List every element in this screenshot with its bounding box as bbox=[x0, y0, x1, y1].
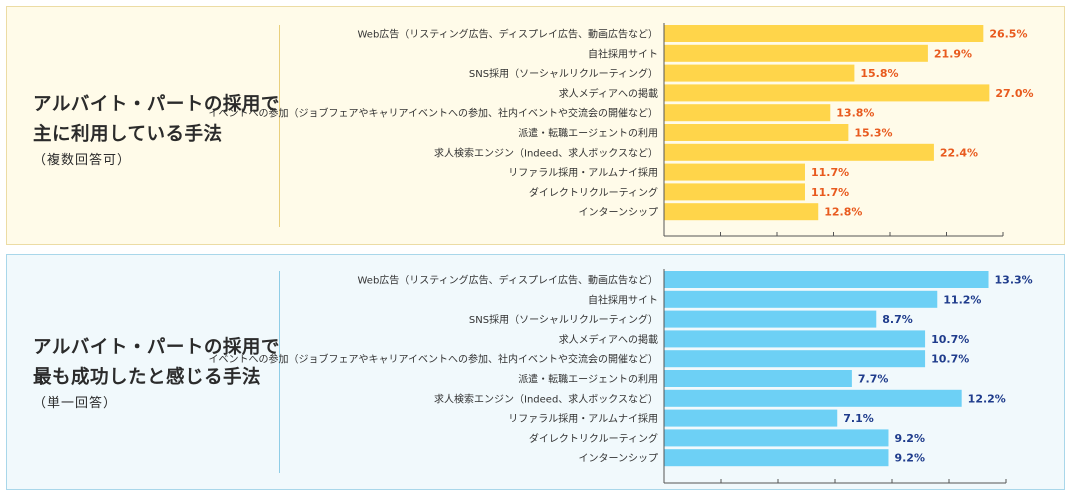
category-label: Web広告（リスティング広告、ディスプレイ広告、動画広告など） bbox=[357, 274, 658, 287]
category-label: イベントへの参加（ジョブフェアやキャリアイベントへの参加、社内イベントや交流会の… bbox=[209, 107, 659, 120]
bar-chart-most-successful: Web広告（リスティング広告、ディスプレイ広告、動画広告など） 13.3% 自社採用… bbox=[209, 269, 1033, 484]
value-label: 27.0% bbox=[995, 87, 1033, 100]
category-label: 派遣・転職エージェントの利用 bbox=[518, 127, 658, 140]
category-label: イベントへの参加（ジョブフェアやキャリアイベントへの参加、社内イベントや交流会の… bbox=[209, 353, 659, 366]
value-label: 13.8% bbox=[836, 107, 874, 120]
value-label: 11.2% bbox=[943, 293, 981, 306]
bar bbox=[664, 104, 831, 122]
value-label: 12.8% bbox=[824, 206, 862, 219]
value-label: 7.1% bbox=[843, 412, 874, 425]
value-label: 9.2% bbox=[894, 432, 925, 445]
category-label: リファラル採用・アルムナイ採用 bbox=[508, 412, 658, 425]
bar bbox=[664, 44, 928, 62]
category-label: 求人検索エンジン（Indeed、求人ボックスなど） bbox=[434, 146, 658, 159]
value-label: 7.7% bbox=[858, 373, 889, 386]
bar bbox=[664, 271, 989, 288]
category-label: インターンシップ bbox=[579, 207, 659, 219]
bar bbox=[664, 429, 889, 447]
value-label: 15.8% bbox=[860, 67, 898, 80]
category-label: リファラル採用・アルムナイ採用 bbox=[508, 166, 658, 179]
category-label: 自社採用サイト bbox=[588, 293, 658, 306]
bar bbox=[664, 449, 889, 467]
value-label: 10.7% bbox=[931, 353, 969, 366]
bar bbox=[664, 203, 819, 221]
category-label: 求人メディアへの掲載 bbox=[559, 333, 658, 346]
value-label: 26.5% bbox=[989, 28, 1027, 41]
bar bbox=[664, 290, 938, 308]
chart-panel-most-successful: アルバイト・パートの採用で 最も成功したと感じる手法 （単一回答） Web広告（… bbox=[6, 254, 1065, 490]
bar bbox=[664, 163, 805, 181]
value-label: 22.4% bbox=[940, 146, 978, 159]
bar-chart-methods-used: Web広告（リスティング広告、ディスプレイ広告、動画広告など） 26.5% 自社採用… bbox=[209, 23, 1034, 237]
value-label: 10.7% bbox=[931, 333, 969, 346]
value-label: 11.7% bbox=[811, 166, 849, 179]
value-label: 12.2% bbox=[968, 392, 1006, 405]
bar bbox=[664, 389, 962, 407]
category-label: 求人メディアへの掲載 bbox=[559, 87, 658, 100]
bar bbox=[664, 350, 926, 368]
bar bbox=[664, 409, 838, 427]
bar bbox=[664, 25, 984, 42]
bar bbox=[664, 310, 877, 328]
bar bbox=[664, 84, 990, 102]
value-label: 8.7% bbox=[882, 313, 913, 326]
bar bbox=[664, 370, 852, 387]
value-label: 11.7% bbox=[811, 186, 849, 199]
category-label: 自社採用サイト bbox=[588, 47, 658, 60]
category-label: SNS採用（ソーシャルリクルーティング） bbox=[469, 313, 658, 326]
category-label: インターンシップ bbox=[579, 453, 659, 465]
value-label: 21.9% bbox=[934, 47, 972, 60]
category-label: ダイレクトリクルーティング bbox=[529, 432, 658, 445]
value-label: 9.2% bbox=[894, 452, 925, 465]
bar bbox=[664, 64, 855, 82]
category-label: ダイレクトリクルーティング bbox=[529, 186, 658, 199]
bar bbox=[664, 183, 805, 201]
value-label: 15.3% bbox=[854, 127, 892, 140]
bar bbox=[664, 143, 934, 161]
category-label: 派遣・転職エージェントの利用 bbox=[518, 373, 658, 386]
category-label: 求人検索エンジン（Indeed、求人ボックスなど） bbox=[434, 392, 658, 405]
value-label: 13.3% bbox=[995, 274, 1033, 287]
category-label: Web広告（リスティング広告、ディスプレイ広告、動画広告など） bbox=[357, 28, 658, 41]
bar bbox=[664, 124, 849, 141]
chart-panel-methods-used: アルバイト・パートの採用で 主に利用している手法 （複数回答可） Web広告（リ… bbox=[6, 6, 1065, 245]
bar bbox=[664, 330, 926, 348]
category-label: SNS採用（ソーシャルリクルーティング） bbox=[469, 67, 658, 80]
